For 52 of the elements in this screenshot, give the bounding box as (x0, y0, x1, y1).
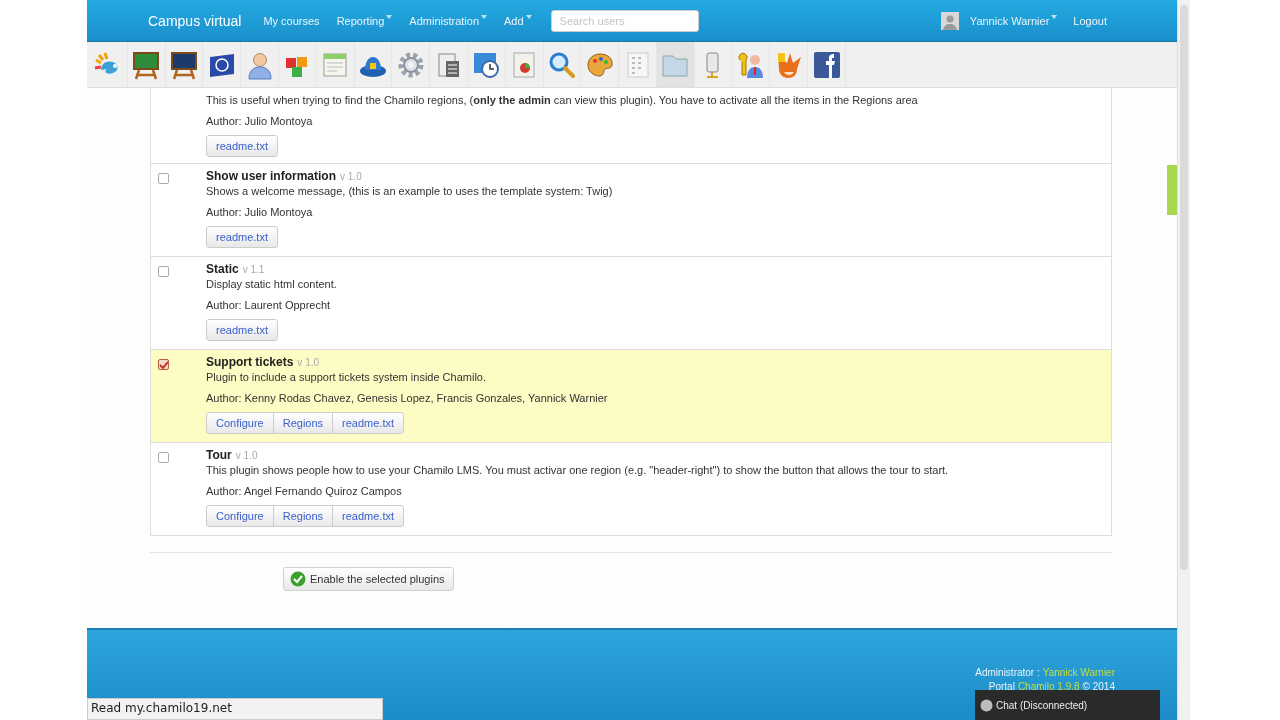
nav-menu-item[interactable]: Reporting (336, 14, 393, 27)
plugin-description: Shows a welcome message, (this is an example to uses the template system: Twig) (206, 184, 614, 198)
plugin-name: Support tickets (206, 355, 294, 369)
plugin-action-button[interactable]: Regions (272, 505, 334, 527)
checkbox[interactable] (158, 452, 169, 463)
checkbox[interactable] (158, 266, 169, 277)
status-text: Read my.chamilo19.net (91, 701, 232, 715)
plugin-action-button[interactable]: readme.txt (206, 135, 278, 157)
nav-menu-item[interactable]: My courses (263, 14, 320, 27)
plugin-description: Display static html content. (206, 277, 338, 291)
chalkboard-icon[interactable] (131, 49, 162, 80)
plugin-action-button[interactable]: readme.txt (332, 412, 405, 434)
plugin-name: Show user information (206, 169, 336, 183)
logout-link[interactable]: Logout (1073, 14, 1107, 27)
user-menu[interactable]: Yannick Warnier (969, 14, 1058, 27)
plugin-version: v 1.1 (242, 264, 265, 275)
scrollbar[interactable] (1177, 0, 1190, 720)
footer-label: Administrator : (975, 666, 1040, 680)
chalkboard-icon[interactable] (169, 49, 199, 80)
chat-bar[interactable]: Chat (Disconnected) (975, 690, 1160, 720)
nav-menu-item[interactable]: Administration (409, 14, 488, 27)
plugin-action-button[interactable]: Configure (206, 505, 274, 527)
check-circle-icon (290, 571, 306, 587)
plugin-author: Author: Laurent Opprecht (206, 298, 332, 312)
plugin-description: Plugin to include a support tickets system inside Chamilo. (206, 370, 488, 384)
plugin-action-button[interactable]: Regions (272, 412, 334, 434)
plugin-version: v 1.0 (340, 171, 362, 182)
plugin-action-button[interactable]: Configure (206, 412, 274, 434)
avatar-icon (940, 11, 959, 30)
plugin-description: This plugin shows people how to use your Chamilo LMS. You must activar one region (e.g. "header-right") to show the button that allows the tour to start. (206, 463, 950, 477)
nav-menu-item[interactable]: Add (504, 14, 532, 27)
social-icon[interactable] (811, 49, 842, 80)
plugin-name: Tour (206, 448, 232, 462)
checkbox[interactable] (158, 173, 169, 184)
plugin-description: This is useful when trying to find the Chamilo regions, (only the admin can view this plugin). You have to activate all the items in the Regions area (206, 93, 919, 107)
plugin-author: Author: Julio Montoya (206, 205, 314, 219)
plugin-name: Static (206, 262, 239, 276)
chat-label: Chat (Disconnected) (996, 699, 1088, 711)
check-icon (159, 360, 168, 369)
plugin-author: Author: Angel Fernando Quiroz Campos (206, 484, 403, 498)
plugin-version: v 1.0 (297, 357, 320, 368)
checkbox[interactable] (158, 359, 169, 370)
plugin-author: Author: Julio Montoya (206, 114, 314, 128)
search-field[interactable]: Search users (550, 9, 699, 32)
plugin-action-button[interactable]: readme.txt (206, 319, 278, 341)
plugin-author: Author: Kenny Rodas Chavez, Genesis Lopez, Francis Gonzales, Yannick Warnier (206, 391, 609, 405)
brand-link[interactable]: Campus virtual (148, 12, 242, 29)
plugin-action-button[interactable]: readme.txt (206, 226, 278, 248)
plugin-action-button[interactable]: readme.txt (332, 505, 405, 527)
plugin-version: v 1.0 (235, 450, 258, 461)
enable-plugins-button[interactable]: Enable the selected plugins (283, 567, 454, 591)
status-dot-icon (980, 698, 993, 712)
